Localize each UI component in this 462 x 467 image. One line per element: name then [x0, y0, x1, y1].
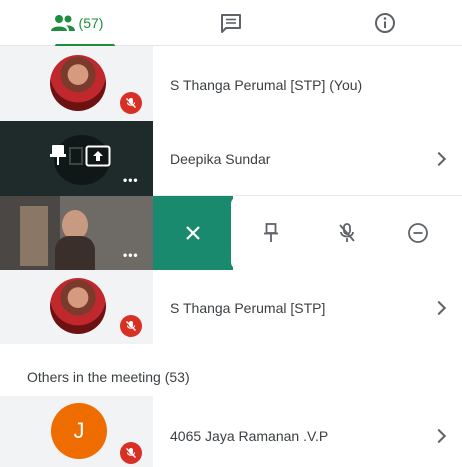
more-options-icon[interactable]: ••• — [123, 173, 139, 187]
participant-row[interactable]: J 4065 Jaya Ramanan .V.P — [0, 396, 462, 467]
more-options-icon[interactable]: ••• — [123, 248, 139, 262]
mic-off-icon — [126, 321, 136, 331]
info-icon — [375, 13, 395, 33]
tab-bar: (57) — [0, 0, 462, 47]
present-screen-icon — [85, 145, 111, 167]
remove-button[interactable] — [403, 218, 433, 248]
participant-name: S Thanga Perumal [STP] (You) — [170, 77, 363, 93]
mic-off-icon — [126, 448, 136, 458]
participant-name: S Thanga Perumal [STP] — [170, 300, 326, 316]
participant-row[interactable]: S Thanga Perumal [STP] — [0, 270, 462, 344]
chat-icon — [221, 14, 241, 33]
avatar — [50, 55, 106, 111]
mic-off-icon — [339, 223, 355, 242]
pin-icon — [264, 223, 278, 242]
tab-chat[interactable] — [154, 0, 308, 46]
close-icon — [186, 226, 200, 240]
close-actions-button[interactable] — [153, 196, 233, 270]
people-count: (57) — [78, 15, 104, 31]
placeholder-frame — [69, 147, 83, 165]
action-panel — [231, 196, 462, 270]
remove-icon — [408, 223, 428, 243]
tab-info[interactable] — [308, 0, 462, 46]
participant-row[interactable]: ••• Deepika Sundar — [0, 121, 462, 196]
video-person-body — [55, 236, 95, 270]
avatar-initial: J — [51, 403, 107, 459]
participant-tile — [0, 46, 153, 121]
participant-name: 4065 Jaya Ramanan .V.P — [170, 428, 329, 444]
participant-video-tile: ••• — [0, 196, 153, 270]
pin-icon — [50, 145, 66, 165]
muted-badge — [120, 442, 142, 464]
others-section-header: Others in the meeting (53) — [27, 369, 190, 385]
participant-row[interactable]: S Thanga Perumal [STP] (You) — [0, 46, 462, 121]
chevron-right-icon[interactable] — [431, 300, 447, 316]
participant-tile: J — [0, 396, 153, 467]
mic-off-icon — [126, 98, 136, 108]
avatar — [50, 278, 106, 334]
chevron-right-icon[interactable] — [431, 151, 447, 167]
muted-badge — [120, 92, 142, 114]
tab-people[interactable]: (57) — [0, 0, 154, 47]
people-icon — [50, 15, 75, 31]
pin-button[interactable] — [256, 218, 286, 248]
participant-actions — [153, 196, 462, 270]
muted-badge — [120, 315, 142, 337]
participant-tile: ••• — [0, 121, 153, 196]
participant-tile — [0, 270, 153, 344]
video-background — [20, 206, 48, 266]
chevron-right-icon[interactable] — [431, 428, 447, 444]
participant-name: Deepika Sundar — [170, 151, 271, 167]
mute-button[interactable] — [332, 218, 362, 248]
